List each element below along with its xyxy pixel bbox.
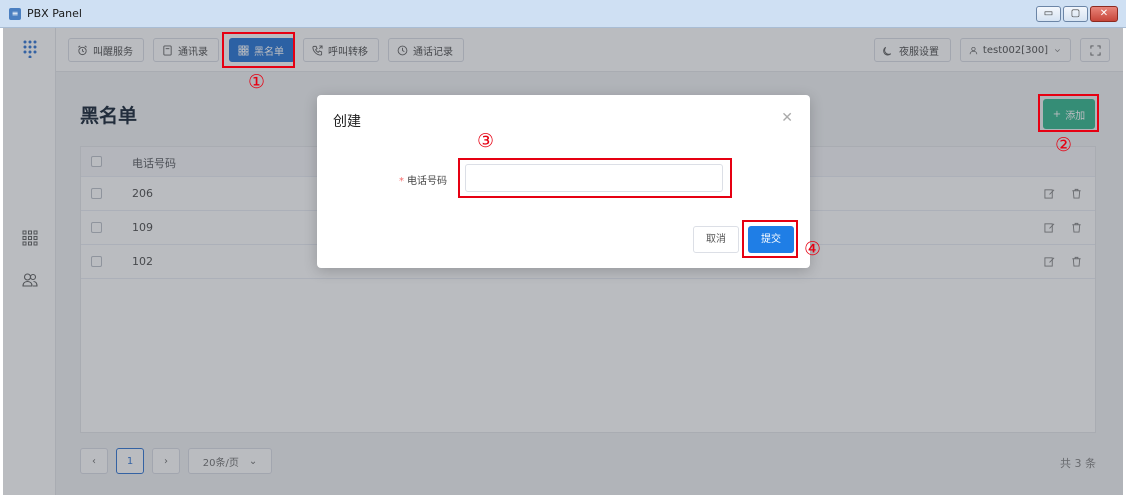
minimize-button[interactable]: ▭ bbox=[1036, 6, 1061, 22]
app-icon: ≡ bbox=[9, 8, 21, 20]
annotation-number-3: ③ bbox=[477, 130, 495, 152]
required-mark: * bbox=[399, 176, 404, 187]
annotation-number-4: ④ bbox=[804, 238, 822, 260]
annotation-box-1 bbox=[222, 32, 295, 68]
annotation-box-2 bbox=[1038, 94, 1099, 132]
dialog-title: 创建 bbox=[333, 114, 361, 130]
annotation-box-4 bbox=[742, 220, 798, 258]
window-title: PBX Panel bbox=[27, 7, 82, 20]
phone-field-label: * 电话号码 bbox=[399, 172, 447, 187]
close-icon[interactable]: ✕ bbox=[781, 110, 793, 126]
annotation-box-3 bbox=[458, 158, 732, 198]
phone-field-label-text: 电话号码 bbox=[407, 176, 447, 187]
window-titlebar: ≡ PBX Panel ▭ ▢ ✕ bbox=[0, 0, 1126, 28]
close-window-button[interactable]: ✕ bbox=[1090, 6, 1118, 22]
annotation-number-2: ② bbox=[1055, 134, 1073, 156]
maximize-button[interactable]: ▢ bbox=[1063, 6, 1088, 22]
annotation-number-1: ① bbox=[248, 71, 266, 93]
cancel-button[interactable]: 取消 bbox=[693, 226, 739, 253]
window-controls: ▭ ▢ ✕ bbox=[1036, 6, 1118, 22]
